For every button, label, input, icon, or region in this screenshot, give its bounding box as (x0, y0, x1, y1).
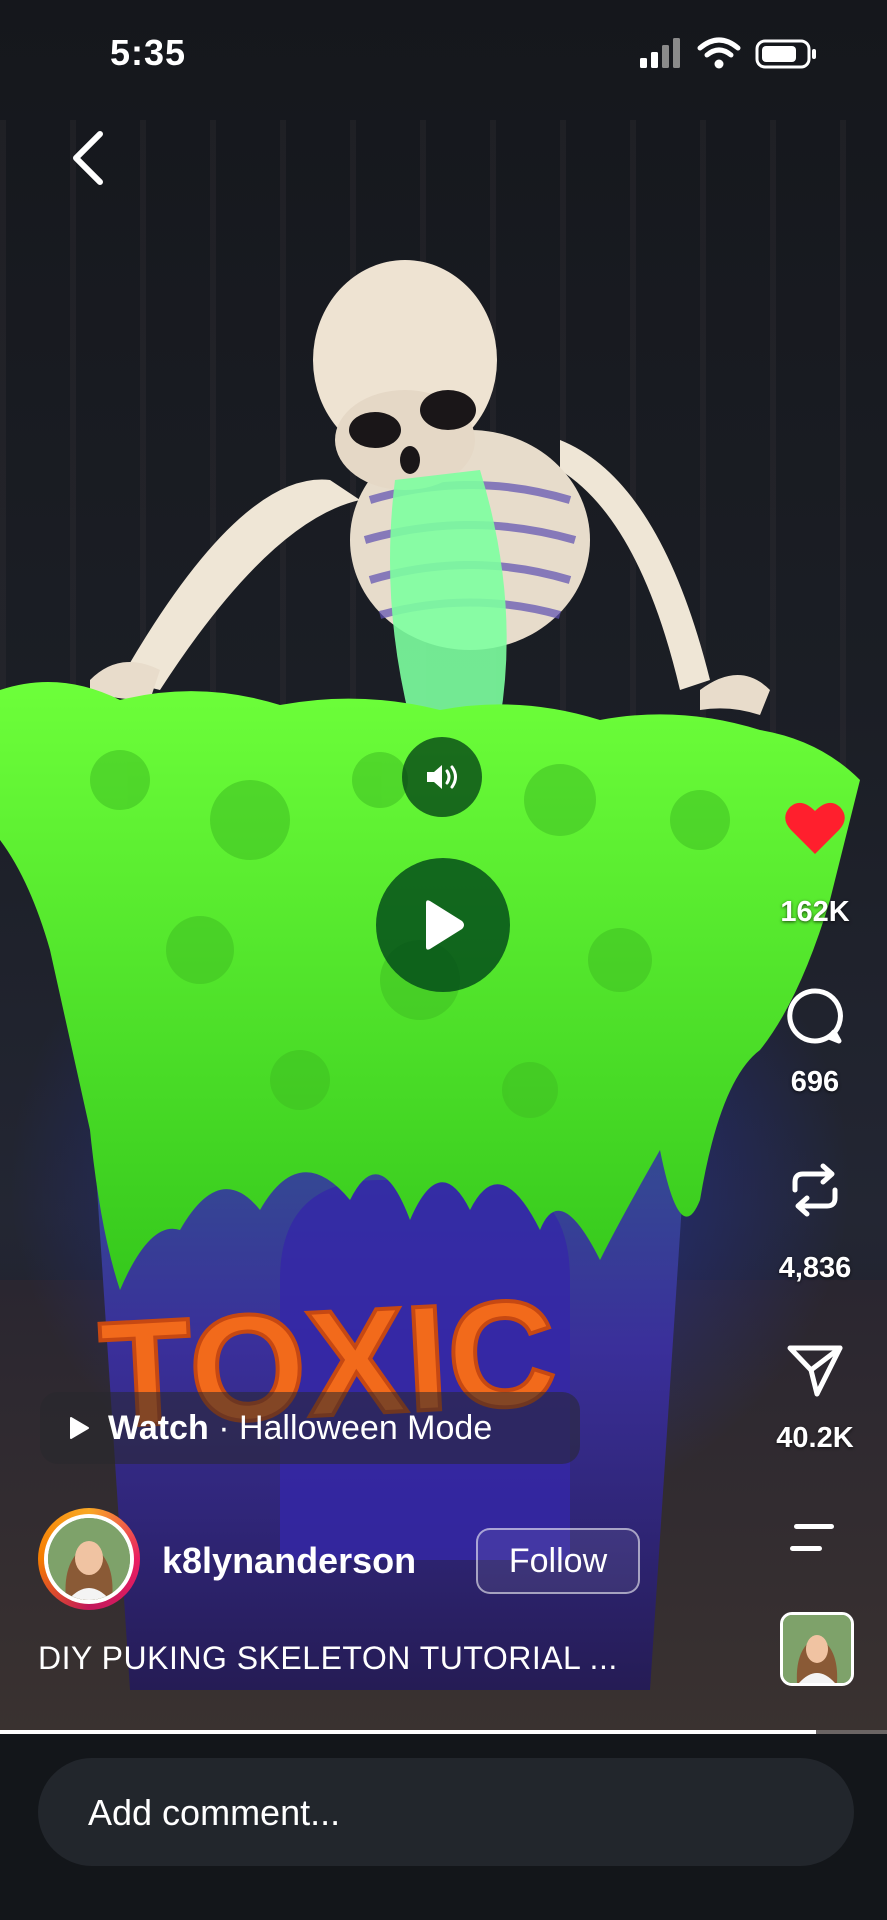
repost-icon (792, 1163, 838, 1217)
avatar[interactable] (38, 1508, 140, 1610)
reel-screen: TOXIC 5:35 162K 696 4,836 40.2K Watch · … (0, 0, 887, 1920)
author-row: k8lynanderson Follow (38, 1508, 738, 1612)
status-time: 5:35 (110, 32, 187, 73)
watch-chip-text: Watch · Halloween Mode (108, 1409, 492, 1448)
post-caption[interactable]: DIY PUKING SKELETON TUTORIAL ... (38, 1640, 618, 1677)
wifi-icon (697, 37, 741, 69)
mute-toggle-button[interactable] (402, 737, 482, 817)
comment-box[interactable] (38, 1758, 854, 1868)
play-icon (426, 900, 464, 950)
comment-count: 696 (790, 1066, 840, 1098)
author-username[interactable]: k8lynanderson (162, 1540, 416, 1582)
back-icon[interactable] (60, 122, 120, 192)
repost-count: 4,836 (778, 1252, 852, 1284)
share-icon (787, 1345, 843, 1397)
battery-icon (755, 39, 816, 69)
watch-label: Watch (108, 1408, 209, 1447)
play-button[interactable] (376, 858, 510, 992)
follow-button[interactable]: Follow (476, 1528, 640, 1594)
menu-icon[interactable] (786, 1518, 842, 1558)
comment-bar (0, 1734, 887, 1920)
audio-thumbnail[interactable] (780, 1612, 854, 1686)
comment-input[interactable] (86, 1758, 790, 1868)
watch-series-chip[interactable]: Watch · Halloween Mode (40, 1392, 580, 1464)
share-button[interactable] (760, 1340, 870, 1405)
avatar-photo (48, 1518, 130, 1600)
heart-icon (785, 802, 845, 854)
like-count: 162K (780, 896, 850, 928)
comment-icon (787, 988, 843, 1044)
play-small-icon (70, 1417, 89, 1439)
share-count: 40.2K (776, 1422, 854, 1454)
repost-button[interactable] (760, 1160, 870, 1225)
status-icons (640, 37, 816, 69)
status-bar: 5:35 (0, 0, 887, 110)
like-button[interactable] (760, 800, 870, 861)
watch-separator: · (208, 1408, 239, 1447)
volume-icon (427, 765, 457, 789)
comment-button[interactable] (760, 986, 870, 1051)
watch-title: Halloween Mode (238, 1408, 493, 1447)
cellular-signal-icon (640, 38, 680, 68)
